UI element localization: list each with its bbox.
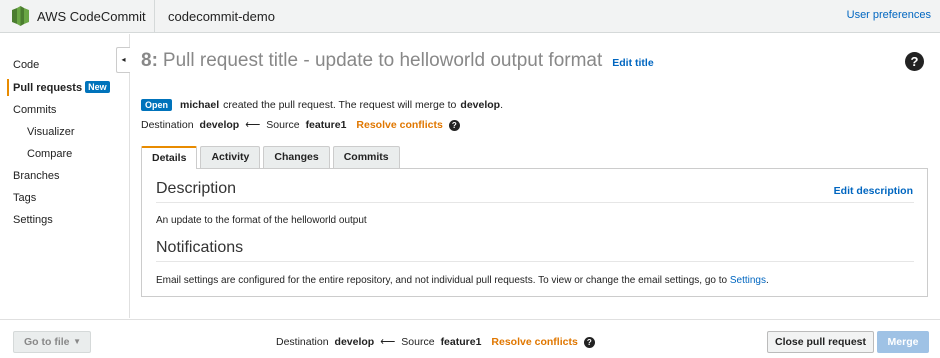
brand-name: AWS CodeCommit	[37, 8, 146, 24]
bottom-branch-info: Destination develop ⟵ Source feature1 Re…	[276, 336, 601, 348]
help-icon[interactable]: ?	[448, 119, 460, 131]
sidebar-item-compare[interactable]: Compare	[27, 148, 72, 160]
pull-request-title: Pull request title - update to helloworl…	[162, 50, 603, 71]
tab-details[interactable]: Details	[141, 146, 198, 169]
close-pull-request-button[interactable]: Close pull request	[767, 331, 874, 353]
source-label: Source	[266, 119, 300, 131]
status-text: created the pull request. The request wi…	[223, 99, 457, 111]
tab-bar: Details Activity Changes Commits	[141, 146, 403, 169]
status-period: .	[500, 99, 504, 111]
status-badge: Open	[141, 99, 173, 111]
target-branch: develop	[460, 99, 501, 111]
source-branch: feature1	[305, 119, 347, 131]
pull-request-number: 8:	[141, 50, 158, 71]
settings-link[interactable]: Settings	[730, 275, 766, 286]
edit-description-link[interactable]: Edit description	[834, 185, 913, 197]
active-indicator	[7, 79, 9, 96]
notifications-heading: Notifications	[156, 239, 244, 256]
sidebar-item-tags[interactable]: Tags	[13, 192, 36, 204]
bottom-bar: Go to file ▼ Destination develop ⟵ Sourc…	[0, 319, 940, 358]
collapse-sidebar-icon[interactable]: ◂	[116, 47, 130, 73]
divider	[156, 261, 914, 262]
codecommit-logo-icon	[12, 6, 29, 26]
arrow-left-icon: ⟵	[380, 336, 396, 348]
description-text: An update to the format of the helloworl…	[156, 215, 367, 226]
help-icon[interactable]: ?	[583, 336, 595, 348]
sidebar: Code Pull requests New Commits Visualizer…	[0, 34, 130, 318]
chevron-down-icon: ▼	[73, 337, 81, 346]
resolve-conflicts-link[interactable]: Resolve conflicts	[356, 119, 442, 131]
branch-info: Destination develop ⟵ Source feature1 Re…	[141, 119, 466, 131]
sidebar-item-settings[interactable]: Settings	[13, 214, 53, 226]
resolve-conflicts-link[interactable]: Resolve conflicts	[491, 336, 577, 348]
source-label: Source	[401, 336, 435, 348]
tab-activity[interactable]: Activity	[200, 146, 261, 168]
author-name: michael	[180, 99, 220, 111]
tab-changes[interactable]: Changes	[263, 146, 330, 168]
destination-branch: develop	[199, 119, 240, 131]
edit-title-link[interactable]: Edit title	[612, 57, 653, 69]
destination-label: Destination	[141, 119, 194, 131]
sidebar-item-label: Pull requests	[13, 82, 83, 94]
tab-commits[interactable]: Commits	[332, 146, 400, 168]
top-bar: AWS CodeCommit codecommit-demo User pref…	[0, 0, 940, 33]
repository-name[interactable]: codecommit-demo	[168, 9, 275, 24]
go-to-file-button[interactable]: Go to file ▼	[13, 331, 91, 353]
sidebar-item-code[interactable]: Code	[13, 59, 39, 71]
notifications-text: Email settings are configured for the en…	[156, 275, 769, 286]
merge-button[interactable]: Merge	[877, 331, 929, 353]
source-branch: feature1	[440, 336, 482, 348]
divider	[156, 202, 914, 203]
destination-branch: develop	[334, 336, 375, 348]
sidebar-item-commits[interactable]: Commits	[13, 104, 56, 116]
user-preferences-link[interactable]: User preferences	[847, 9, 931, 21]
sidebar-item-branches[interactable]: Branches	[13, 170, 59, 182]
notifications-body: Email settings are configured for the en…	[156, 275, 728, 286]
description-heading: Description	[156, 180, 237, 197]
destination-label: Destination	[276, 336, 329, 348]
status-row: Open michael created the pull request. T…	[141, 99, 503, 111]
arrow-left-icon: ⟵	[245, 119, 261, 131]
details-panel: Description Edit description An update t…	[141, 168, 928, 297]
go-to-file-label: Go to file	[24, 336, 70, 348]
notifications-period: .	[765, 275, 769, 286]
help-icon[interactable]: ?	[905, 52, 924, 71]
brand[interactable]: AWS CodeCommit	[0, 0, 155, 33]
new-badge: New	[85, 81, 110, 93]
sidebar-item-pull-requests[interactable]: Pull requests New	[13, 81, 110, 94]
page-title: 8: Pull request title - update to hellow…	[141, 50, 654, 72]
sidebar-item-visualizer[interactable]: Visualizer	[27, 126, 75, 138]
